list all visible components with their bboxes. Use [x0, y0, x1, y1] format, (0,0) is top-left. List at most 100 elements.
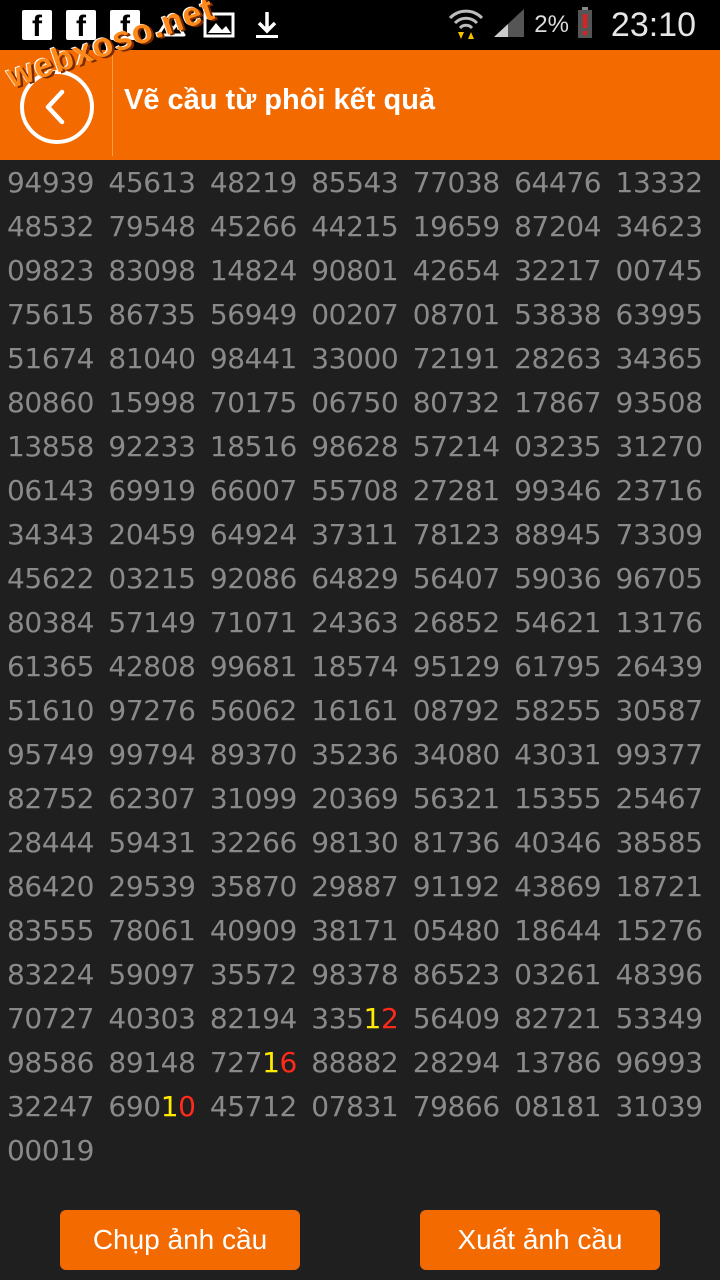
- header-divider: [112, 50, 113, 156]
- signal-icon: [492, 7, 526, 43]
- number-cell: 37311: [311, 518, 399, 551]
- number-cell: 92086: [209, 562, 297, 595]
- number-cell: 99377: [615, 738, 703, 771]
- grid-row: 48532 79548 45266 44215 19659 87204 34623: [7, 206, 717, 250]
- number-cell: 58255: [514, 694, 602, 727]
- number-cell: 18644: [514, 914, 602, 947]
- number-cell: 51610: [7, 694, 95, 727]
- number-cell: 80384: [7, 606, 95, 639]
- number-cell: 93508: [615, 386, 703, 419]
- number-cell: 94939: [7, 166, 95, 199]
- number-cell: 03215: [108, 562, 196, 595]
- number-cell: 06750: [311, 386, 399, 419]
- number-cell: 72716: [209, 1046, 298, 1079]
- number-cell: 19659: [412, 210, 500, 243]
- number-cell: 27281: [412, 474, 500, 507]
- grid-row: 13858 92233 18516 98628 57214 03235 31270: [7, 426, 717, 470]
- highlighted-digit: 6: [279, 1046, 298, 1079]
- number-cell: 97276: [108, 694, 196, 727]
- number-cell: 15355: [514, 782, 602, 815]
- highlighted-digit: 1: [160, 1090, 179, 1123]
- battery-percent: 2%: [534, 11, 569, 38]
- export-bridge-button[interactable]: Xuất ảnh cầu: [420, 1210, 660, 1270]
- number-cell: 71071: [209, 606, 297, 639]
- grid-row: 94939 45613 48219 85543 77038 64476 13332: [7, 162, 717, 206]
- number-cell: 34365: [615, 342, 703, 375]
- number-cell: 16161: [311, 694, 399, 727]
- number-cell: 64476: [514, 166, 602, 199]
- number-cell: 31099: [209, 782, 297, 815]
- download-icon: [250, 10, 284, 40]
- number-cell: 86523: [412, 958, 500, 991]
- clock: 23:10: [610, 5, 696, 44]
- number-cell: 89370: [209, 738, 297, 771]
- number-cell: 95129: [412, 650, 500, 683]
- number-cell: 17867: [514, 386, 602, 419]
- number-cell: 78061: [108, 914, 196, 947]
- number-cell: 13176: [615, 606, 703, 639]
- number-cell: 57214: [412, 430, 500, 463]
- number-cell: 63995: [615, 298, 703, 331]
- number-cell: 64829: [311, 562, 399, 595]
- number-cell: 32247: [7, 1090, 95, 1123]
- number-cell: 25467: [615, 782, 703, 815]
- system-status: 2% 23:10: [448, 4, 696, 46]
- number-cell: 03235: [514, 430, 602, 463]
- result-grid: 94939 45613 48219 85543 77038 64476 13332 48532…: [7, 162, 717, 1174]
- grid-row: 06143 69919 66007 55708 27281 99346 23716: [7, 470, 717, 514]
- number-cell: 34343: [7, 518, 95, 551]
- grid-row: 98586 89148 72716 88882 28294 13786 96993: [7, 1042, 717, 1086]
- grid-row: 80860 15998 70175 06750 80732 17867 93508: [7, 382, 717, 426]
- number-cell: 09823: [7, 254, 95, 287]
- number-cell: 54621: [514, 606, 602, 639]
- number-cell: 20369: [311, 782, 399, 815]
- grid-row: 83224 59097 35572 98378 86523 03261 48396: [7, 954, 717, 998]
- number-cell: 70727: [7, 1002, 95, 1035]
- grid-row: 09823 83098 14824 90801 42654 32217 00745: [7, 250, 717, 294]
- number-cell: 96705: [615, 562, 703, 595]
- number-cell: 07831: [311, 1090, 399, 1123]
- number-cell: 44215: [311, 210, 399, 243]
- number-cell: 79548: [108, 210, 196, 243]
- number-cell: 32266: [209, 826, 297, 859]
- highlighted-digit: 1: [262, 1046, 280, 1079]
- number-cell: 56949: [209, 298, 297, 331]
- number-cell: 33512: [311, 1002, 399, 1035]
- number-cell: 59097: [108, 958, 196, 991]
- number-cell: 43869: [514, 870, 602, 903]
- number-cell: 79866: [412, 1090, 500, 1123]
- number-cell: 40346: [514, 826, 602, 859]
- number-cell: 15276: [615, 914, 703, 947]
- highlighted-digit: 0: [178, 1090, 196, 1123]
- number-cell: 95749: [7, 738, 95, 771]
- number-cell: 35236: [311, 738, 399, 771]
- number-cell: 35572: [209, 958, 297, 991]
- number-cell: 08701: [412, 298, 500, 331]
- number-cell: 89148: [108, 1046, 196, 1079]
- grid-row: 95749 99794 89370 35236 34080 43031 99377: [7, 734, 717, 778]
- number-cell: 13858: [7, 430, 95, 463]
- number-cell: 53349: [615, 1002, 703, 1035]
- number-cell: 77038: [412, 166, 500, 199]
- number-cell: 98130: [311, 826, 399, 859]
- number-cell: 00207: [311, 298, 399, 331]
- number-cell: 18516: [209, 430, 297, 463]
- number-cell: 28263: [514, 342, 602, 375]
- number-cell: 82752: [7, 782, 95, 815]
- number-cell: 40303: [108, 1002, 196, 1035]
- grid-row: 34343 20459 64924 37311 78123 88945 73309: [7, 514, 717, 558]
- number-cell: 99681: [209, 650, 297, 683]
- number-cell: 72191: [412, 342, 500, 375]
- number-cell: 81040: [108, 342, 196, 375]
- number-cell: 91192: [412, 870, 500, 903]
- number-cell: 45266: [209, 210, 297, 243]
- number-cell: 98378: [311, 958, 399, 991]
- grid-row: 32247 69010 45712 07831 79866 08181 31039: [7, 1086, 717, 1130]
- number-cell: 06143: [7, 474, 95, 507]
- capture-bridge-button[interactable]: Chụp ảnh cầu: [60, 1210, 300, 1270]
- number-cell: 59431: [108, 826, 196, 859]
- number-cell: 66007: [209, 474, 297, 507]
- number-cell: 98586: [7, 1046, 95, 1079]
- number-cell: 38585: [615, 826, 703, 859]
- number-cell: 92233: [108, 430, 196, 463]
